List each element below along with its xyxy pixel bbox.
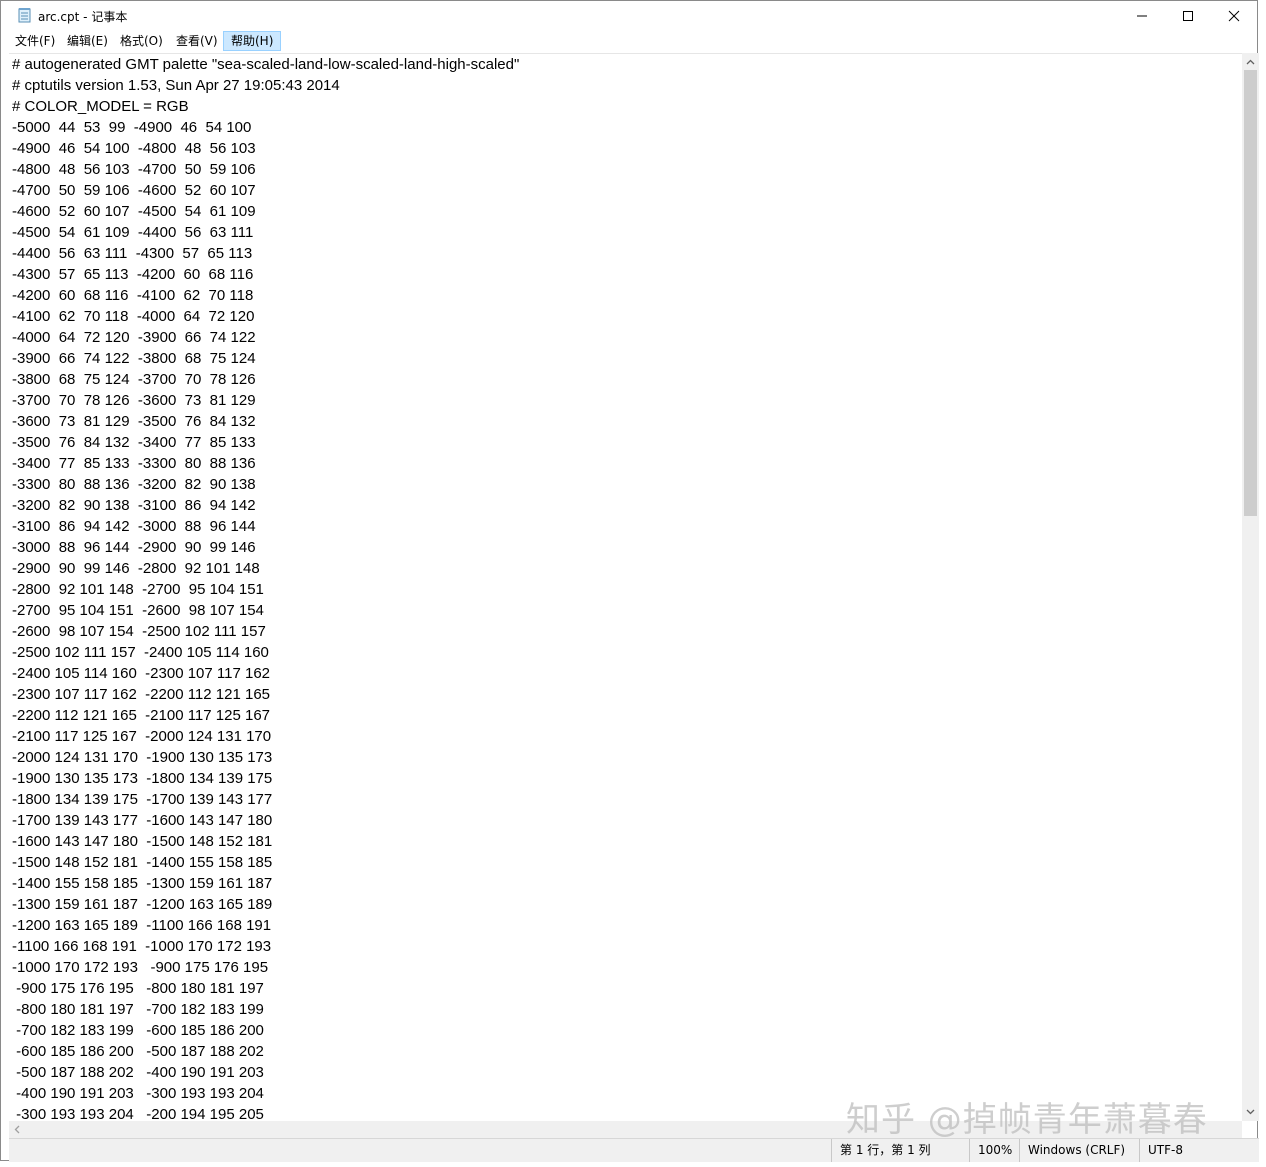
text-line: -3400 77 85 133 -3300 80 88 136	[12, 455, 256, 472]
vertical-scroll-thumb[interactable]	[1244, 70, 1257, 516]
text-line: -2900 90 99 146 -2800 92 101 148	[12, 560, 260, 577]
text-line: # autogenerated GMT palette "sea-scaled-…	[12, 56, 520, 73]
status-bar: 第 1 行，第 1 列 100% Windows (CRLF) UTF-8	[9, 1138, 1259, 1162]
text-line: -4100 62 70 118 -4000 64 72 120	[12, 308, 255, 325]
text-line: -900 175 176 195 -800 180 181 197	[12, 980, 264, 997]
window-title: arc.cpt - 记事本	[38, 10, 128, 24]
menu-format[interactable]: 格式(O)	[113, 32, 170, 50]
text-line: -3300 80 88 136 -3200 82 90 138	[12, 476, 256, 493]
scroll-left-icon[interactable]	[14, 1125, 20, 1134]
status-encoding: UTF-8	[1139, 1139, 1183, 1162]
text-line: -2200 112 121 165 -2100 117 125 167	[12, 707, 271, 724]
text-line: -3800 68 75 124 -3700 70 78 126	[12, 371, 256, 388]
minimize-icon	[1137, 15, 1147, 17]
maximize-button[interactable]	[1165, 1, 1211, 31]
text-line: -4700 50 59 106 -4600 52 60 107	[12, 182, 256, 199]
text-line: -1100 166 168 191 -1000 170 172 193	[12, 938, 272, 955]
text-line: -2800 92 101 148 -2700 95 104 151	[12, 581, 264, 598]
text-line: -1300 159 161 187 -1200 163 165 189	[12, 896, 273, 913]
scroll-up-icon[interactable]	[1246, 59, 1255, 65]
menu-view[interactable]: 查看(V)	[169, 32, 225, 50]
text-line: -2500 102 111 157 -2400 105 114 160	[12, 644, 269, 661]
vertical-scrollbar[interactable]	[1242, 53, 1259, 1121]
text-line: -4200 60 68 116 -4100 62 70 118	[12, 287, 254, 304]
text-line: -3700 70 78 126 -3600 73 81 129	[12, 392, 256, 409]
text-line: -1500 148 152 181 -1400 155 158 185	[12, 854, 273, 871]
text-line: -3100 86 94 142 -3000 88 96 144	[12, 518, 256, 535]
text-line: -800 180 181 197 -700 182 183 199	[12, 1001, 264, 1018]
text-line: -4300 57 65 113 -4200 60 68 116	[12, 266, 254, 283]
text-line: -4600 52 60 107 -4500 54 61 109	[12, 203, 256, 220]
notepad-icon	[18, 8, 31, 23]
minimize-button[interactable]	[1119, 1, 1165, 31]
text-line: -3000 88 96 144 -2900 90 99 146	[12, 539, 256, 556]
menu-edit[interactable]: 编辑(E)	[60, 32, 115, 50]
text-line: -2300 107 117 162 -2200 112 121 165	[12, 686, 271, 703]
close-button[interactable]	[1211, 1, 1257, 31]
text-line: # COLOR_MODEL = RGB	[12, 98, 189, 115]
text-line: -5000 44 53 99 -4900 46 54 100	[12, 119, 252, 136]
text-line: -2100 117 125 167 -2000 124 131 170	[12, 728, 272, 745]
text-line: -3900 66 74 122 -3800 68 75 124	[12, 350, 256, 367]
text-line: -700 182 183 199 -600 185 186 200	[12, 1022, 264, 1039]
text-line: -3500 76 84 132 -3400 77 85 133	[12, 434, 256, 451]
menu-help[interactable]: 帮助(H)	[223, 31, 282, 51]
status-zoom: 100%	[969, 1139, 1012, 1162]
text-line: -1700 139 143 177 -1600 143 147 180	[12, 812, 273, 829]
text-line: -1400 155 158 185 -1300 159 161 187	[12, 875, 273, 892]
text-line: -2700 95 104 151 -2600 98 107 154	[12, 602, 264, 619]
notepad-window: arc.cpt - 记事本 文件(F) 编辑(E) 格式(O) 查看(V) 帮助…	[0, 0, 1259, 1162]
text-line: -4000 64 72 120 -3900 66 74 122	[12, 329, 256, 346]
menu-file[interactable]: 文件(F)	[8, 32, 62, 50]
text-line: -1900 130 135 173 -1800 134 139 175	[12, 770, 273, 787]
scroll-down-icon[interactable]	[1246, 1109, 1255, 1115]
text-line: -2600 98 107 154 -2500 102 111 157	[12, 623, 266, 640]
text-line: -1600 143 147 180 -1500 148 152 181	[12, 833, 273, 850]
text-line: -3600 73 81 129 -3500 76 84 132	[12, 413, 256, 430]
text-line: -500 187 188 202 -400 190 191 203	[12, 1064, 264, 1081]
text-editor[interactable]: # autogenerated GMT palette "sea-scaled-…	[9, 53, 1242, 1122]
status-cursor-position: 第 1 行，第 1 列	[831, 1139, 931, 1162]
text-line: # cptutils version 1.53, Sun Apr 27 19:0…	[12, 77, 340, 94]
text-line: -1000 170 172 193 -900 175 176 195	[12, 959, 269, 976]
text-line: -4500 54 61 109 -4400 56 63 111	[12, 224, 254, 241]
text-line: -4900 46 54 100 -4800 48 56 103	[12, 140, 256, 157]
text-line: -4800 48 56 103 -4700 50 59 106	[12, 161, 256, 178]
text-line: -1200 163 165 189 -1100 166 168 191	[12, 917, 272, 934]
watermark: 知乎 @掉帧青年萧暮春	[846, 1100, 1208, 1140]
menu-bar: 文件(F) 编辑(E) 格式(O) 查看(V) 帮助(H)	[1, 31, 1257, 51]
text-line: -1800 134 139 175 -1700 139 143 177	[12, 791, 273, 808]
title-bar[interactable]: arc.cpt - 记事本	[1, 1, 1257, 31]
maximize-icon	[1183, 11, 1193, 21]
text-line: -4400 56 63 111 -4300 57 65 113	[12, 245, 253, 262]
text-line: -600 185 186 200 -500 187 188 202	[12, 1043, 264, 1060]
close-icon	[1228, 10, 1240, 22]
text-line: -2400 105 114 160 -2300 107 117 162	[12, 665, 271, 682]
status-line-ending: Windows (CRLF)	[1019, 1139, 1125, 1162]
text-line: -2000 124 131 170 -1900 130 135 173	[12, 749, 273, 766]
text-line: -3200 82 90 138 -3100 86 94 142	[12, 497, 256, 514]
